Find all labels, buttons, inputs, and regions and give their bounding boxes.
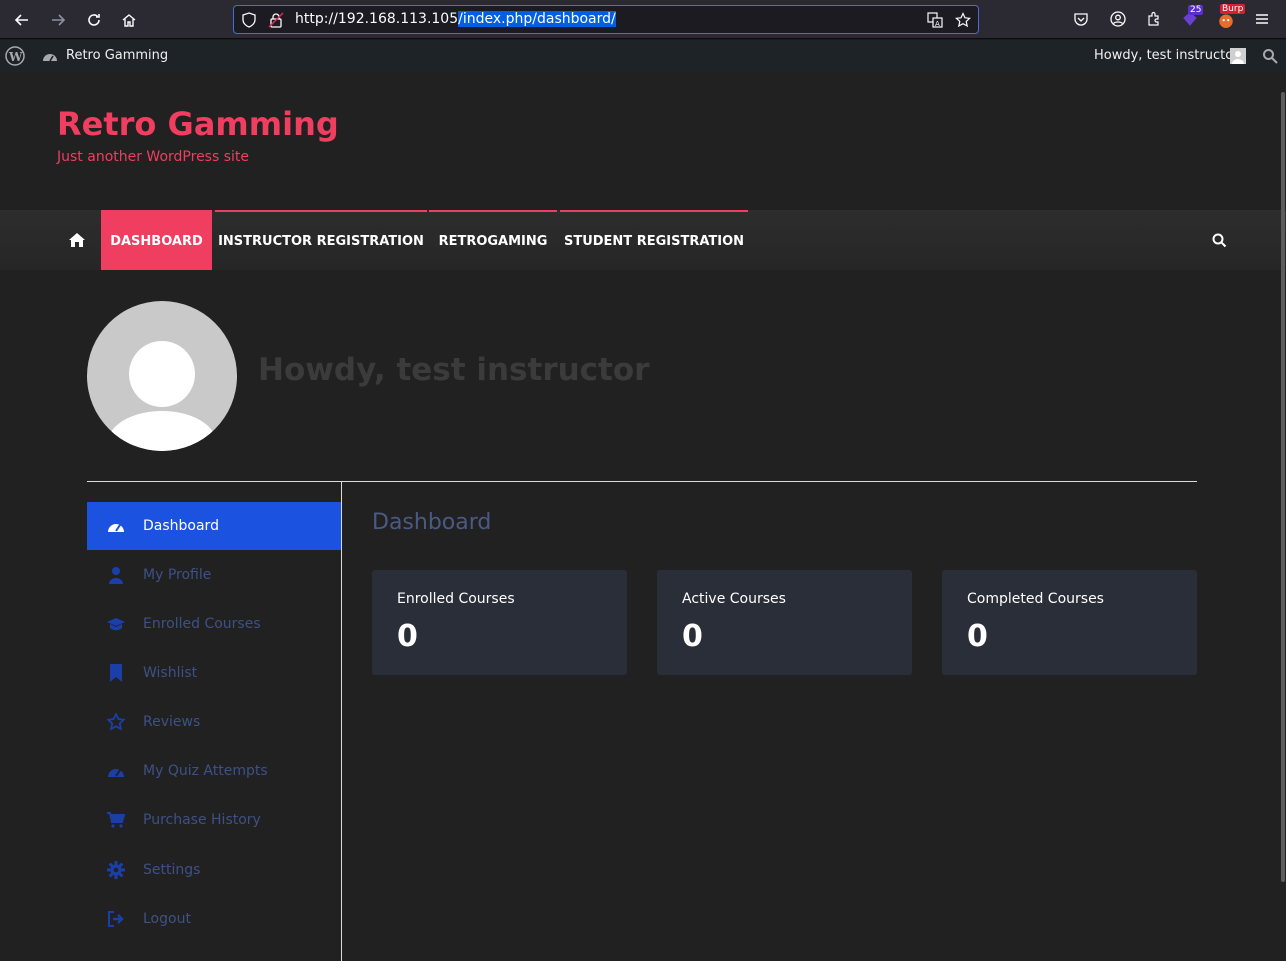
sidebar-item-reviews[interactable]: Reviews (87, 698, 341, 746)
wp-admin-bar: W Retro Gamming Howdy, test instructor (0, 40, 1286, 72)
back-button[interactable] (10, 8, 34, 32)
gauge-icon (107, 762, 125, 780)
main-navigation: DASHBOARD INSTRUCTOR REGISTRATION RETROG… (0, 210, 1286, 270)
sidebar-item-wishlist[interactable]: Wishlist (87, 649, 341, 697)
shield-icon[interactable] (241, 12, 257, 28)
sidebar-item-settings[interactable]: Settings (87, 846, 341, 894)
extensions-icon[interactable] (1144, 9, 1164, 29)
site-title[interactable]: Retro Gamming (57, 105, 339, 143)
nav-search-button[interactable] (1212, 233, 1227, 252)
page-scrollbar[interactable] (1281, 92, 1285, 882)
browser-toolbar: http://192.168.113.105/index.php/dashboa… (0, 0, 1286, 39)
stat-card-value: 0 (397, 619, 418, 654)
profile-greeting: Howdy, test instructor (258, 352, 650, 388)
horizontal-divider (87, 481, 1197, 482)
nav-item-student-registration[interactable]: STUDENT REGISTRATION (560, 210, 748, 270)
stat-card-label: Active Courses (682, 591, 786, 607)
home-icon (122, 14, 136, 27)
admin-bar-site-name[interactable]: Retro Gamming (66, 48, 168, 63)
sidebar-item-label: Logout (143, 911, 191, 927)
avatar-silhouette-icon (1232, 51, 1244, 64)
reload-button[interactable] (82, 8, 106, 32)
sidebar-item-enrolled-courses[interactable]: Enrolled Courses (87, 600, 341, 648)
avatar-silhouette-icon (107, 341, 217, 451)
nav-item-dashboard[interactable]: DASHBOARD (101, 210, 212, 270)
stat-card-enrolled: Enrolled Courses 0 (372, 570, 627, 675)
dashboard-icon (107, 517, 125, 535)
account-icon[interactable] (1108, 9, 1128, 29)
stat-card-label: Completed Courses (967, 591, 1104, 607)
site-header: Retro Gamming Just another WordPress sit… (0, 72, 1286, 210)
sidebar-item-purchase-history[interactable]: Purchase History (87, 796, 341, 844)
reload-icon (88, 14, 100, 26)
sidebar-item-label: My Quiz Attempts (143, 763, 268, 779)
url-path-selected: /index.php/dashboard/ (458, 11, 616, 27)
insecure-lock-icon[interactable] (268, 12, 284, 28)
profile-avatar (87, 301, 237, 451)
admin-bar-greeting[interactable]: Howdy, test instructor (1094, 48, 1239, 63)
sidebar-item-dashboard[interactable]: Dashboard (87, 502, 341, 550)
extension-badge-icon[interactable]: 25 (1180, 5, 1204, 29)
menu-hamburger-icon[interactable] (1252, 9, 1272, 29)
pocket-icon[interactable] (1071, 9, 1091, 29)
admin-search-icon[interactable] (1262, 48, 1278, 64)
svg-text:W: W (8, 50, 23, 64)
forward-button[interactable] (46, 8, 70, 32)
dashboard-title: Dashboard (372, 510, 492, 535)
star-icon (107, 713, 125, 731)
admin-bar-avatar[interactable] (1230, 48, 1246, 64)
sidebar-item-logout[interactable]: Logout (87, 895, 341, 943)
url-bar[interactable]: http://192.168.113.105/index.php/dashboa… (233, 5, 979, 34)
stat-card-active: Active Courses 0 (657, 570, 912, 675)
sidebar-item-my-profile[interactable]: My Profile (87, 551, 341, 599)
url-prefix: http://192.168.113.105 (295, 11, 459, 27)
vertical-divider (341, 481, 342, 961)
nav-home-button[interactable] (68, 232, 86, 252)
extension-count-badge: 25 (1188, 5, 1204, 15)
forward-arrow-icon (52, 14, 66, 26)
sidebar-item-label: Wishlist (143, 665, 198, 681)
dashboard-gauge-icon (43, 54, 57, 62)
stat-card-completed: Completed Courses 0 (942, 570, 1197, 675)
sidebar-item-label: Enrolled Courses (143, 616, 261, 632)
cart-icon (107, 811, 125, 829)
sidebar-item-label: Reviews (143, 714, 201, 730)
sidebar-item-label: Purchase History (143, 812, 261, 828)
sidebar-item-label: My Profile (143, 567, 212, 583)
gear-icon (107, 861, 125, 879)
url-text[interactable]: http://192.168.113.105/index.php/dashboa… (295, 11, 616, 27)
search-icon (1212, 233, 1227, 248)
logout-icon (107, 910, 125, 928)
stat-card-value: 0 (682, 619, 703, 654)
translate-icon[interactable]: A (927, 12, 943, 28)
sidebar-item-label: Dashboard (143, 518, 219, 534)
back-arrow-icon (14, 14, 28, 26)
wordpress-logo-icon[interactable]: W (5, 46, 25, 66)
burp-icon[interactable]: Burp (1216, 4, 1246, 29)
svg-text:A: A (935, 20, 940, 28)
sidebar-item-label: Settings (143, 862, 201, 878)
site-tagline: Just another WordPress site (57, 149, 250, 165)
stat-card-label: Enrolled Courses (397, 591, 515, 607)
home-button[interactable] (117, 8, 141, 32)
stat-card-value: 0 (967, 619, 988, 654)
bookmark-star-icon[interactable] (955, 12, 971, 28)
user-icon (107, 566, 125, 584)
dashboard-content: Howdy, test instructor Dashboard My Prof… (0, 270, 1286, 961)
nav-item-retrogaming[interactable]: RETROGAMING (429, 210, 557, 270)
burp-badge: Burp (1220, 4, 1246, 14)
nav-item-instructor-registration[interactable]: INSTRUCTOR REGISTRATION (215, 210, 427, 270)
bookmark-icon (107, 664, 125, 682)
sidebar-item-my-quiz-attempts[interactable]: My Quiz Attempts (87, 747, 341, 795)
graduation-cap-icon (107, 615, 125, 633)
home-icon (69, 233, 85, 247)
